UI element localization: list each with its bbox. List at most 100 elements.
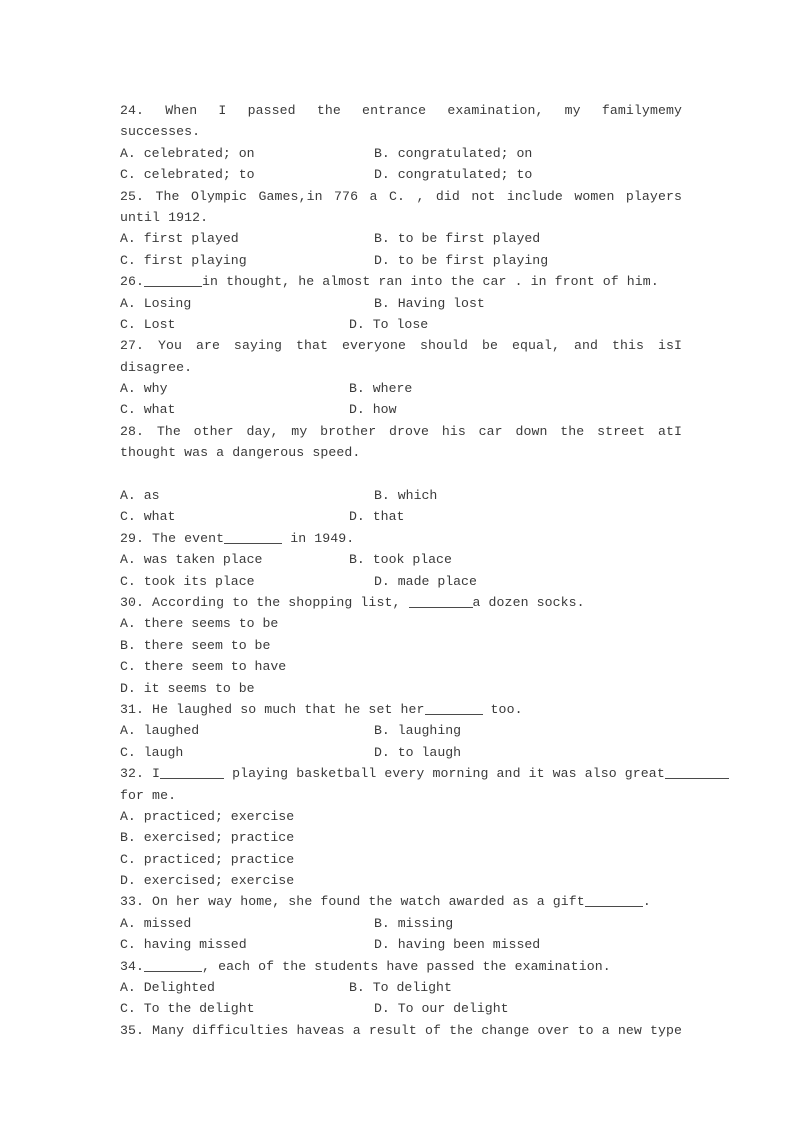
option-30-b[interactable]: B. there seem to be (120, 635, 270, 656)
option-row-32-d: D. exercised; exercise (120, 870, 682, 891)
option-32-a[interactable]: A. practiced; exercise (120, 806, 294, 827)
option-25-b[interactable]: B. to be first played (374, 228, 540, 249)
option-key: A. (120, 980, 136, 996)
option-label: having been missed (397, 937, 541, 953)
option-34-b[interactable]: B. To delight (349, 977, 452, 998)
option-25-c[interactable]: C. first playing (120, 250, 247, 271)
option-28-d[interactable]: D. that (349, 506, 404, 527)
option-24-a[interactable]: A. celebrated; on (120, 143, 255, 164)
option-key: C. (120, 1001, 136, 1017)
answer-blank[interactable] (160, 765, 225, 780)
option-27-b[interactable]: B. where (349, 378, 412, 399)
answer-blank[interactable] (144, 958, 203, 972)
option-key: D. (374, 1001, 390, 1017)
option-key: C. (120, 509, 136, 525)
stem-text-31a: 31. He laughed so much that he set her (120, 701, 425, 717)
option-label: why (143, 381, 168, 397)
option-28-a[interactable]: A. as (120, 485, 160, 506)
option-row-30-c: C. there seem to have (120, 656, 682, 677)
option-28-c[interactable]: C. what (120, 506, 175, 527)
option-30-d[interactable]: D. it seems to be (120, 678, 255, 699)
option-31-b[interactable]: B. laughing (374, 720, 461, 741)
option-25-d[interactable]: D. to be first playing (374, 250, 548, 271)
option-31-d[interactable]: D. to laugh (374, 742, 461, 763)
answer-blank[interactable] (408, 594, 473, 608)
option-row-26-cd: C. Lost D. To lose (120, 314, 682, 335)
option-label: there seems to be (143, 616, 279, 632)
option-30-c[interactable]: C. there seem to have (120, 656, 286, 677)
option-key: C. (120, 851, 136, 867)
option-key: D. (374, 573, 390, 589)
option-24-c[interactable]: C. celebrated; to (120, 164, 255, 185)
option-31-a[interactable]: A. laughed (120, 720, 199, 741)
option-25-a[interactable]: A. first played (120, 228, 239, 249)
option-label: To the delight (143, 1001, 255, 1017)
option-key: A. (120, 381, 136, 397)
option-33-c[interactable]: C. having missed (120, 934, 247, 955)
option-label: having missed (143, 937, 247, 953)
option-34-a[interactable]: A. Delighted (120, 977, 215, 998)
option-33-d[interactable]: D. having been missed (374, 934, 540, 955)
option-34-d[interactable]: D. To our delight (374, 998, 509, 1019)
option-29-c[interactable]: C. took its place (120, 571, 255, 592)
answer-blank[interactable] (224, 530, 283, 544)
option-key: A. (120, 552, 136, 568)
document-page: 24. When I passed the entrance examinati… (0, 0, 800, 1132)
option-29-b[interactable]: B. took place (349, 549, 452, 570)
stem-text-31b: too. (490, 701, 523, 717)
option-row-30-d: D. it seems to be (120, 678, 682, 699)
answer-blank[interactable] (584, 893, 643, 908)
option-27-d[interactable]: D. how (349, 399, 397, 420)
option-24-b[interactable]: B. congratulated; on (374, 143, 532, 164)
worksheet-body: 24. When I passed the entrance examinati… (120, 100, 729, 1041)
option-29-d[interactable]: D. made place (374, 571, 477, 592)
option-label: which (397, 488, 438, 504)
option-27-c[interactable]: C. what (120, 399, 175, 420)
option-32-b[interactable]: B. exercised; practice (120, 827, 294, 848)
stem-text-27a: 27. You are saying that everyone should … (120, 338, 674, 354)
option-27-a[interactable]: A. why (120, 378, 168, 399)
question-stem-35: 35. Many difficulties haveas a result of… (120, 1020, 682, 1041)
stem-text-26a: 26. (120, 274, 145, 290)
option-26-b[interactable]: B. Having lost (374, 293, 485, 314)
option-key: C. (120, 937, 136, 953)
option-row-32-c: C. practiced; practice (120, 849, 682, 870)
option-32-d[interactable]: D. exercised; exercise (120, 870, 294, 891)
option-row-34-ab: A. Delighted B. To delight (120, 977, 682, 998)
option-33-a[interactable]: A. missed (120, 913, 191, 934)
option-row-29-ab: A. was taken place B. took place (120, 549, 682, 570)
option-label: made place (397, 573, 477, 589)
option-28-b[interactable]: B. which (374, 485, 437, 506)
option-label: exercised; exercise (143, 873, 295, 889)
option-label: as (143, 488, 160, 504)
option-24-d[interactable]: D. congratulated; to (374, 164, 532, 185)
option-key: B. (120, 830, 136, 846)
stem-text-34b: , each of the students have passed the e… (202, 958, 611, 974)
option-30-a[interactable]: A. there seems to be (120, 613, 278, 634)
option-26-a[interactable]: A. Losing (120, 293, 191, 314)
option-31-c[interactable]: C. laugh (120, 742, 183, 763)
option-26-d[interactable]: D. To lose (349, 314, 428, 335)
stem-text-35a: 35. Many difficulties have (120, 1022, 329, 1038)
option-label: to be first played (397, 231, 541, 247)
question-stem-32: 32. I playing basketball every morning a… (120, 763, 729, 784)
option-key: B. (374, 145, 390, 161)
option-26-c[interactable]: C. Lost (120, 314, 175, 335)
option-33-b[interactable]: B. missing (374, 913, 453, 934)
option-29-a[interactable]: A. was taken place (120, 549, 262, 570)
option-label: To delight (372, 980, 452, 996)
stem-text-29a: 29. The event (120, 530, 225, 546)
option-34-c[interactable]: C. To the delight (120, 998, 255, 1019)
option-label: first played (143, 231, 239, 247)
option-32-c[interactable]: C. practiced; practice (120, 849, 294, 870)
answer-blank[interactable] (664, 765, 729, 780)
option-key: B. (349, 552, 365, 568)
question-stem-27-cont: disagree. (120, 359, 193, 375)
answer-blank[interactable] (144, 273, 203, 288)
option-label: To lose (372, 316, 429, 332)
option-row-27-cd: C. what D. how (120, 399, 682, 420)
option-label: there seem to have (143, 659, 287, 675)
answer-blank[interactable] (424, 701, 483, 715)
option-key: D. (120, 873, 136, 889)
